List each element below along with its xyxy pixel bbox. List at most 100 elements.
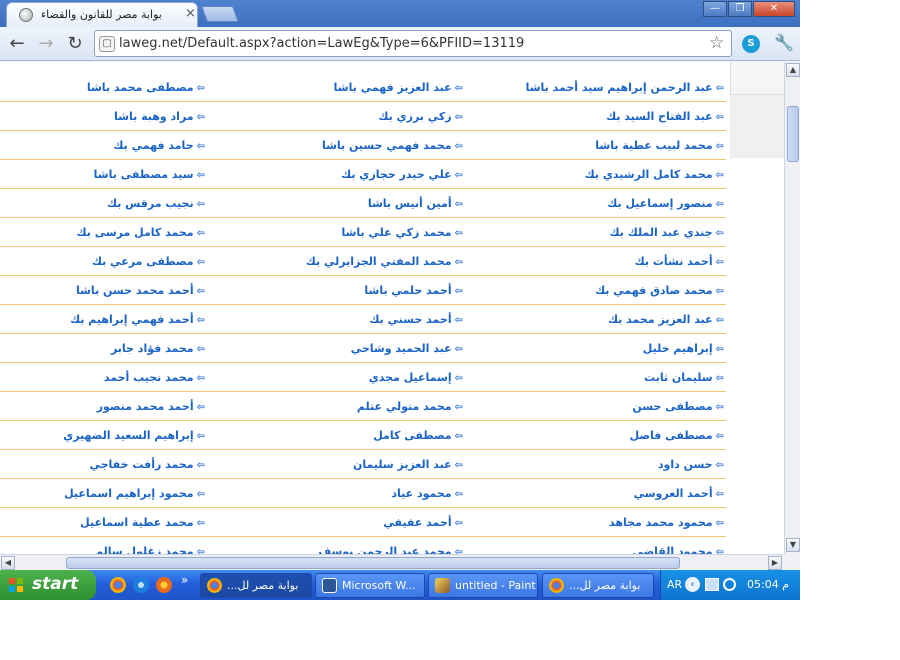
word-icon [322, 578, 337, 593]
browser-tab[interactable]: بوابة مصر للقانون والقضاء × [6, 2, 198, 27]
firefox-icon[interactable] [156, 577, 172, 593]
name-link[interactable]: ⇦أحمد محمد منصور [97, 400, 205, 413]
name-link[interactable]: ⇦أحمد فهمي إبراهيم بك [70, 313, 205, 326]
name-link[interactable]: ⇦محمود عياد [391, 487, 463, 500]
name-link[interactable]: ⇦أحمد حسني بك [369, 313, 463, 326]
system-tray: AR ‹ 05:04 م [660, 570, 800, 600]
name-link[interactable]: ⇦عبد الرحمن إبراهيم سيد أحمد باشا [526, 81, 724, 94]
name-link[interactable]: ⇦أحمد نشأت بك [635, 255, 724, 268]
tray-expand-icon[interactable]: ‹ [685, 577, 700, 592]
taskbar-item-browser[interactable]: بوابة مصر لل... [542, 573, 654, 598]
name-link[interactable]: ⇦محمد نجيب أحمد [104, 371, 205, 384]
bookmark-star-icon[interactable]: ☆ [709, 33, 724, 53]
name-link[interactable]: ⇦عبد الفتاح السيد بك [606, 110, 724, 123]
name-link[interactable]: ⇦محمد لبيب عطية باشا [595, 139, 724, 152]
name-link[interactable]: ⇦مراد وهبة باشا [114, 110, 205, 123]
name-link[interactable]: ⇦محمود محمد مجاهد [609, 516, 724, 529]
network-icon[interactable] [705, 578, 719, 591]
name-link[interactable]: ⇦عبد العزيز فهمي باشا [334, 81, 463, 94]
name-link[interactable]: ⇦محمد فؤاد جابر [111, 342, 205, 355]
quicklaunch-overflow[interactable]: » [181, 573, 188, 587]
new-tab-button[interactable] [201, 6, 239, 22]
name-link[interactable]: ⇦مصطفى فاضل [630, 429, 724, 442]
name-link[interactable]: ⇦مصطفى حسن [632, 400, 724, 413]
name-link[interactable]: ⇦محمود القاضي [632, 545, 724, 554]
name-link[interactable]: ⇦محمد متولي عتلم [357, 400, 463, 413]
name-link[interactable]: ⇦عبد الحميد وشاحي [351, 342, 463, 355]
name-link[interactable]: ⇦حسن داود [658, 458, 724, 471]
taskbar-item-word[interactable]: Microsoft W... [315, 573, 425, 598]
name-link-label: محمد كامل الرشيدي بك [584, 168, 713, 181]
wrench-icon[interactable]: 🔧 [774, 33, 794, 52]
reload-button[interactable]: ↻ [64, 33, 86, 55]
taskbar-item-browser-active[interactable]: بوابة مصر لل... [200, 573, 312, 598]
name-link[interactable]: ⇦أحمد عفيفي [383, 516, 463, 529]
name-link[interactable]: ⇦محمد زغلول سالم [95, 545, 205, 554]
scroll-up-button[interactable]: ▲ [786, 63, 800, 77]
name-link[interactable]: ⇦محمود إبراهيم اسماعيل [64, 487, 205, 500]
name-link[interactable]: ⇦سليمان ثابت [644, 371, 724, 384]
vertical-scrollbar[interactable]: ▲ ▼ [784, 62, 800, 554]
name-link[interactable]: ⇦محمد رأفت خفاجي [90, 458, 206, 471]
name-link-label: عبد الفتاح السيد بك [606, 110, 713, 123]
name-link[interactable]: ⇦إبراهيم خليل [643, 342, 724, 355]
clock[interactable]: 05:04 م [747, 578, 789, 591]
name-link[interactable]: ⇦مصطفى محمد باشا [87, 81, 205, 94]
chrome-quicklaunch-icon[interactable] [110, 577, 126, 593]
language-indicator[interactable]: AR [667, 578, 682, 591]
name-link[interactable]: ⇦محمد عطية اسماعيل [80, 516, 205, 529]
name-link[interactable]: ⇦مصطفى كامل [373, 429, 463, 442]
name-link[interactable]: ⇦إبراهيم السعيد الضهيري [63, 429, 205, 442]
tab-title: بوابة مصر للقانون والقضاء [41, 8, 162, 21]
arrow-icon: ⇦ [715, 460, 724, 471]
name-link-label: عبد الرحمن إبراهيم سيد أحمد باشا [525, 81, 713, 94]
scroll-left-button[interactable]: ◀ [1, 556, 15, 570]
back-button[interactable]: ← [6, 33, 28, 55]
arrow-icon: ⇦ [196, 170, 205, 181]
name-link[interactable]: ⇦أحمد العروسي [634, 487, 724, 500]
name-link[interactable]: ⇦أحمد حلمي باشا [364, 284, 463, 297]
name-link[interactable]: ⇦عبد العزيز محمد بك [608, 313, 724, 326]
vertical-scroll-thumb[interactable] [787, 106, 799, 162]
start-button[interactable]: start [0, 570, 96, 600]
name-link-label: أحمد عفيفي [383, 516, 452, 529]
name-link[interactable]: ⇦جندي عبد الملك بك [610, 226, 724, 239]
name-link[interactable]: ⇦مصطفى مرعي بك [92, 255, 205, 268]
name-link[interactable]: ⇦علي حيدر حجازي بك [341, 168, 463, 181]
name-link[interactable]: ⇦عبد العزيز سليمان [353, 458, 463, 471]
name-link[interactable]: ⇦محمد كامل مرسى بك [77, 226, 205, 239]
close-window-button[interactable]: ✕ [753, 1, 795, 17]
side-panel-lower [730, 94, 784, 158]
name-link[interactable]: ⇦أمين أنيس باشا [368, 197, 463, 210]
scroll-right-button[interactable]: ▶ [768, 556, 782, 570]
horizontal-scrollbar[interactable]: ◀ ▶ [0, 554, 784, 570]
restore-button[interactable]: ❐ [728, 1, 752, 17]
name-link-label: أحمد فهمي إبراهيم بك [70, 313, 194, 326]
name-link[interactable]: ⇦نجيب مرقس بك [107, 197, 205, 210]
name-link[interactable]: ⇦زكي برزي بك [378, 110, 463, 123]
tray-app-icon[interactable] [723, 578, 736, 591]
arrow-icon: ⇦ [715, 141, 724, 152]
name-link[interactable]: ⇦محمد المفتي الجزايرلي بك [306, 255, 463, 268]
forward-button[interactable]: → [35, 33, 57, 55]
scroll-down-button[interactable]: ▼ [786, 538, 800, 552]
name-link[interactable]: ⇦محمد صادق فهمي بك [595, 284, 724, 297]
name-link[interactable]: ⇦محمد كامل الرشيدي بك [585, 168, 724, 181]
skype-extension-icon[interactable]: S [742, 35, 760, 53]
name-link[interactable]: ⇦أحمد محمد حسن باشا [76, 284, 205, 297]
url-text[interactable]: laweg.net/Default.aspx?action=LawEg&Type… [119, 36, 524, 51]
name-link[interactable]: ⇦حامد فهمي بك [113, 139, 205, 152]
scrollbar-corner [784, 554, 800, 570]
name-link[interactable]: ⇦منصور إسماعيل بك [607, 197, 724, 210]
name-link[interactable]: ⇦سيد مصطفى باشا [94, 168, 205, 181]
tab-close-icon[interactable]: × [185, 6, 196, 21]
name-link[interactable]: ⇦إسماعيل مجدي [369, 371, 463, 384]
address-bar[interactable]: ▢ laweg.net/Default.aspx?action=LawEg&Ty… [94, 30, 732, 57]
minimize-button[interactable]: — [703, 1, 727, 17]
taskbar-item-paint[interactable]: untitled - Paint [428, 573, 538, 598]
name-link[interactable]: ⇦محمد عبد الرحمن يوسف [318, 545, 463, 554]
name-link[interactable]: ⇦محمد فهمي حسين باشا [322, 139, 463, 152]
name-link[interactable]: ⇦محمد زكي علي باشا [341, 226, 463, 239]
internet-explorer-icon[interactable] [133, 577, 149, 593]
horizontal-scroll-thumb[interactable] [66, 557, 680, 569]
